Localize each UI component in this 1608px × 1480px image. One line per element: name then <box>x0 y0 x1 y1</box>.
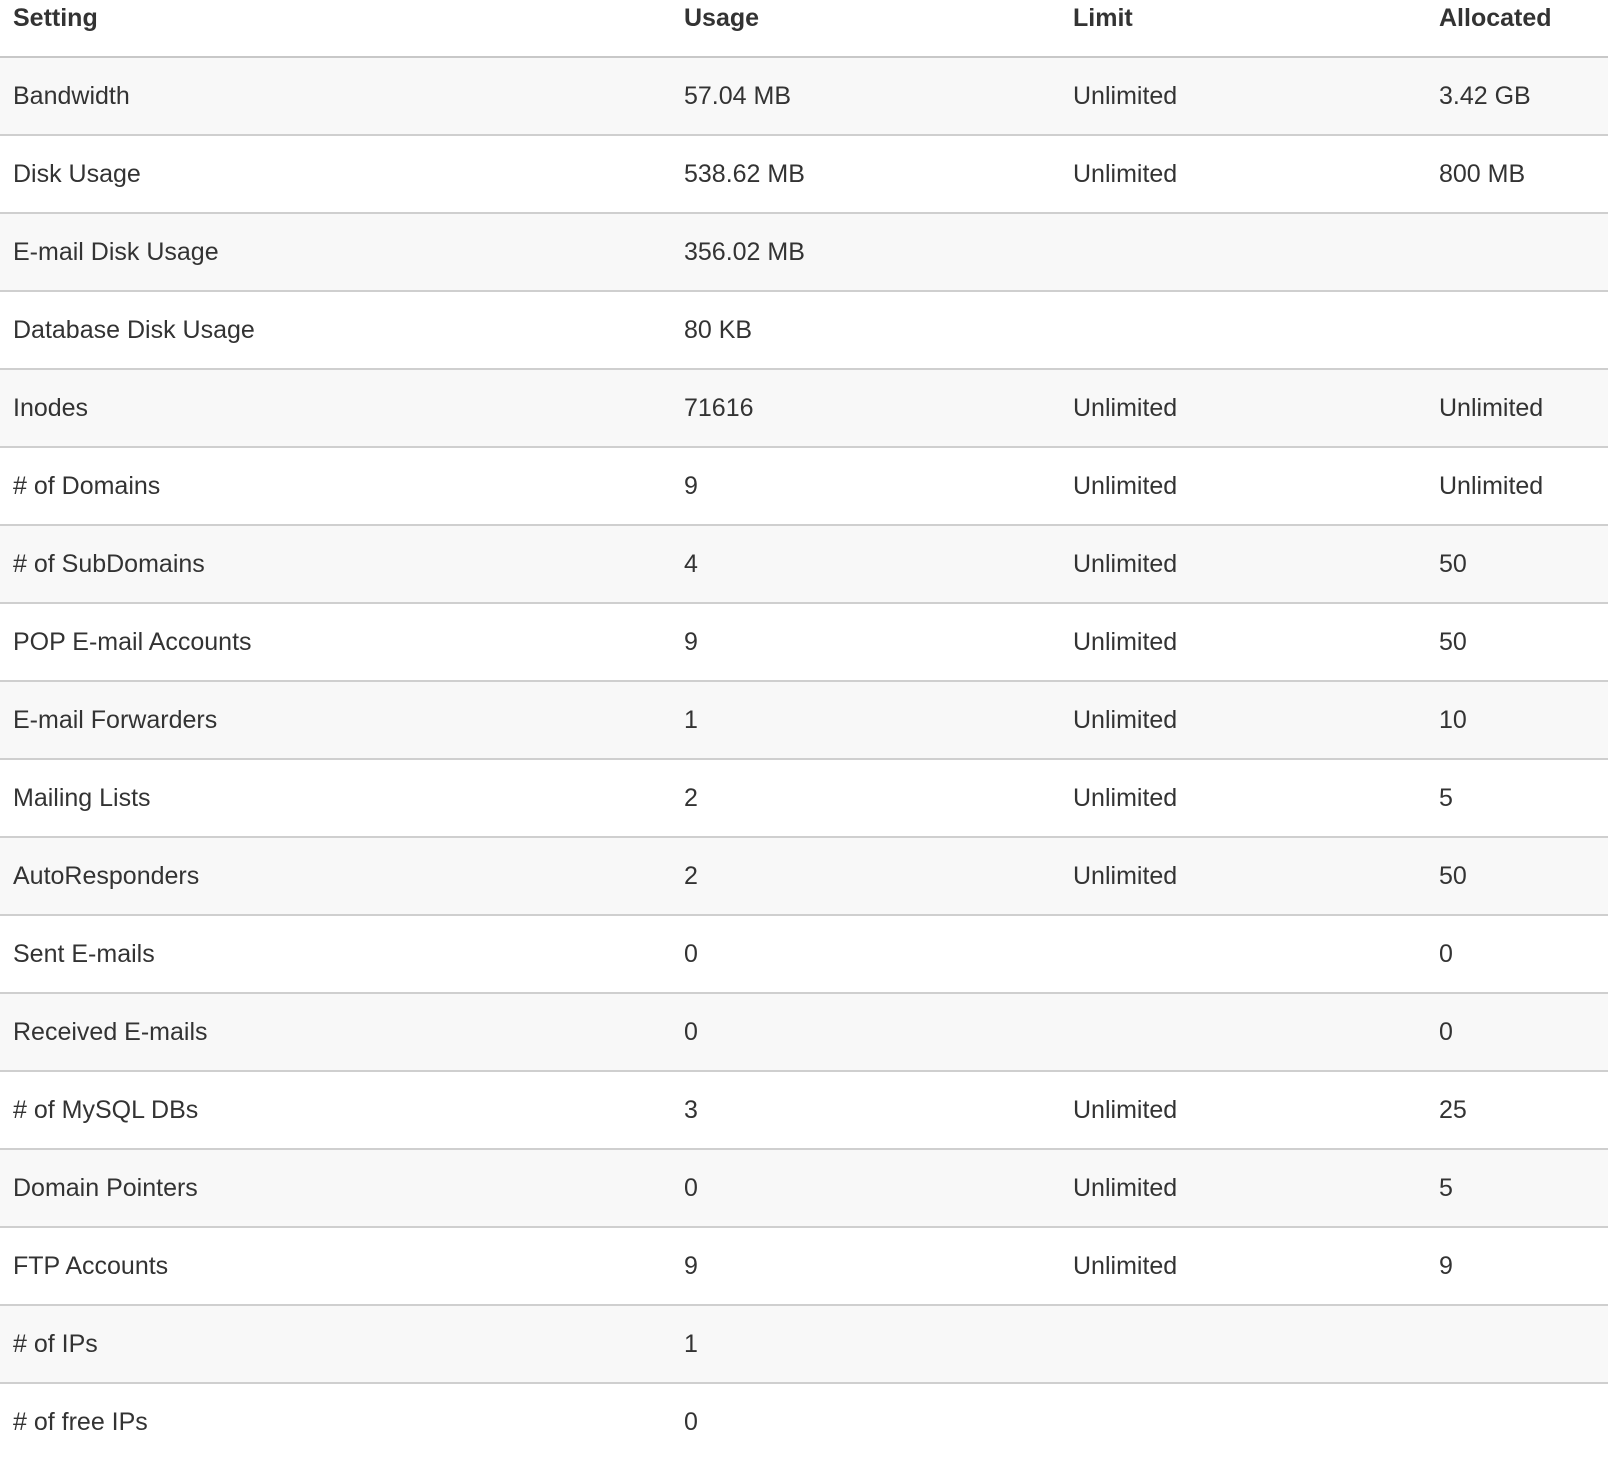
table-row: E-mail Disk Usage 356.02 MB <box>0 213 1608 292</box>
cell-limit <box>1060 291 1426 370</box>
cell-setting: E-mail Disk Usage <box>0 213 672 292</box>
cell-setting: Received E-mails <box>0 993 672 1072</box>
cell-setting: # of Domains <box>0 447 672 526</box>
cell-allocated: 3.42 GB <box>1426 57 1608 136</box>
cell-allocated <box>1426 1305 1608 1384</box>
table-row: Database Disk Usage 80 KB <box>0 291 1608 370</box>
cell-usage: 9 <box>672 447 1060 526</box>
cell-limit: Unlimited <box>1060 603 1426 682</box>
cell-setting: Disk Usage <box>0 135 672 214</box>
cell-setting: E-mail Forwarders <box>0 681 672 760</box>
cell-usage: 2 <box>672 759 1060 838</box>
cell-usage: 1 <box>672 681 1060 760</box>
cell-limit <box>1060 915 1426 994</box>
cell-usage: 356.02 MB <box>672 213 1060 292</box>
cell-allocated: 5 <box>1426 759 1608 838</box>
cell-allocated: 50 <box>1426 525 1608 604</box>
cell-allocated <box>1426 1383 1608 1461</box>
cell-setting: Domain Pointers <box>0 1149 672 1228</box>
table-row: Bandwidth 57.04 MB Unlimited 3.42 GB <box>0 57 1608 136</box>
cell-limit <box>1060 993 1426 1072</box>
cell-limit <box>1060 1383 1426 1461</box>
table-row: # of MySQL DBs 3 Unlimited 25 <box>0 1071 1608 1150</box>
cell-usage: 0 <box>672 1383 1060 1461</box>
cell-usage: 0 <box>672 1149 1060 1228</box>
cell-usage: 71616 <box>672 369 1060 448</box>
table-row: # of IPs 1 <box>0 1305 1608 1384</box>
table-body: Bandwidth 57.04 MB Unlimited 3.42 GB Disk Us… <box>0 57 1608 1461</box>
table-header: Setting Usage Limit Allocated <box>0 0 1608 58</box>
cell-usage: 80 KB <box>672 291 1060 370</box>
header-allocated[interactable]: Allocated <box>1426 0 1608 58</box>
table-row: POP E-mail Accounts 9 Unlimited 50 <box>0 603 1608 682</box>
cell-usage: 2 <box>672 837 1060 916</box>
cell-setting: Bandwidth <box>0 57 672 136</box>
table-row: Disk Usage 538.62 MB Unlimited 800 MB <box>0 135 1608 214</box>
table-row: Domain Pointers 0 Unlimited 5 <box>0 1149 1608 1228</box>
cell-limit: Unlimited <box>1060 1071 1426 1150</box>
cell-setting: FTP Accounts <box>0 1227 672 1306</box>
table-row: Received E-mails 0 0 <box>0 993 1608 1072</box>
cell-limit: Unlimited <box>1060 837 1426 916</box>
table-row: Sent E-mails 0 0 <box>0 915 1608 994</box>
header-setting[interactable]: Setting <box>0 0 672 58</box>
cell-allocated <box>1426 213 1608 292</box>
usage-table: Setting Usage Limit Allocated Bandwidth 5… <box>0 0 1608 1461</box>
cell-limit <box>1060 213 1426 292</box>
cell-usage: 0 <box>672 993 1060 1072</box>
cell-setting: AutoResponders <box>0 837 672 916</box>
cell-allocated: 25 <box>1426 1071 1608 1150</box>
table-row: FTP Accounts 9 Unlimited 9 <box>0 1227 1608 1306</box>
table-row: Mailing Lists 2 Unlimited 5 <box>0 759 1608 838</box>
table-row: Inodes 71616 Unlimited Unlimited <box>0 369 1608 448</box>
cell-limit: Unlimited <box>1060 369 1426 448</box>
cell-usage: 0 <box>672 915 1060 994</box>
cell-allocated: 50 <box>1426 603 1608 682</box>
cell-limit: Unlimited <box>1060 57 1426 136</box>
cell-usage: 1 <box>672 1305 1060 1384</box>
cell-setting: # of SubDomains <box>0 525 672 604</box>
cell-limit: Unlimited <box>1060 681 1426 760</box>
cell-allocated <box>1426 291 1608 370</box>
header-usage[interactable]: Usage <box>672 0 1060 58</box>
cell-setting: Mailing Lists <box>0 759 672 838</box>
cell-usage: 57.04 MB <box>672 57 1060 136</box>
header-row: Setting Usage Limit Allocated <box>0 0 1608 58</box>
cell-limit: Unlimited <box>1060 1149 1426 1228</box>
table-row: # of SubDomains 4 Unlimited 50 <box>0 525 1608 604</box>
cell-usage: 4 <box>672 525 1060 604</box>
cell-setting: Inodes <box>0 369 672 448</box>
cell-setting: Sent E-mails <box>0 915 672 994</box>
cell-setting: # of IPs <box>0 1305 672 1384</box>
cell-limit <box>1060 1305 1426 1384</box>
cell-setting: Database Disk Usage <box>0 291 672 370</box>
cell-setting: # of MySQL DBs <box>0 1071 672 1150</box>
cell-allocated: Unlimited <box>1426 447 1608 526</box>
cell-allocated: 10 <box>1426 681 1608 760</box>
cell-allocated: 50 <box>1426 837 1608 916</box>
cell-allocated: 800 MB <box>1426 135 1608 214</box>
cell-usage: 538.62 MB <box>672 135 1060 214</box>
cell-allocated: Unlimited <box>1426 369 1608 448</box>
cell-setting: # of free IPs <box>0 1383 672 1461</box>
table-row: # of Domains 9 Unlimited Unlimited <box>0 447 1608 526</box>
cell-limit: Unlimited <box>1060 447 1426 526</box>
cell-allocated: 9 <box>1426 1227 1608 1306</box>
table-row: E-mail Forwarders 1 Unlimited 10 <box>0 681 1608 760</box>
cell-usage: 9 <box>672 603 1060 682</box>
table-row: # of free IPs 0 <box>0 1383 1608 1461</box>
cell-usage: 3 <box>672 1071 1060 1150</box>
cell-allocated: 0 <box>1426 915 1608 994</box>
cell-setting: POP E-mail Accounts <box>0 603 672 682</box>
cell-usage: 9 <box>672 1227 1060 1306</box>
cell-allocated: 5 <box>1426 1149 1608 1228</box>
cell-limit: Unlimited <box>1060 525 1426 604</box>
cell-allocated: 0 <box>1426 993 1608 1072</box>
cell-limit: Unlimited <box>1060 759 1426 838</box>
table-row: AutoResponders 2 Unlimited 50 <box>0 837 1608 916</box>
header-limit[interactable]: Limit <box>1060 0 1426 58</box>
cell-limit: Unlimited <box>1060 1227 1426 1306</box>
cell-limit: Unlimited <box>1060 135 1426 214</box>
